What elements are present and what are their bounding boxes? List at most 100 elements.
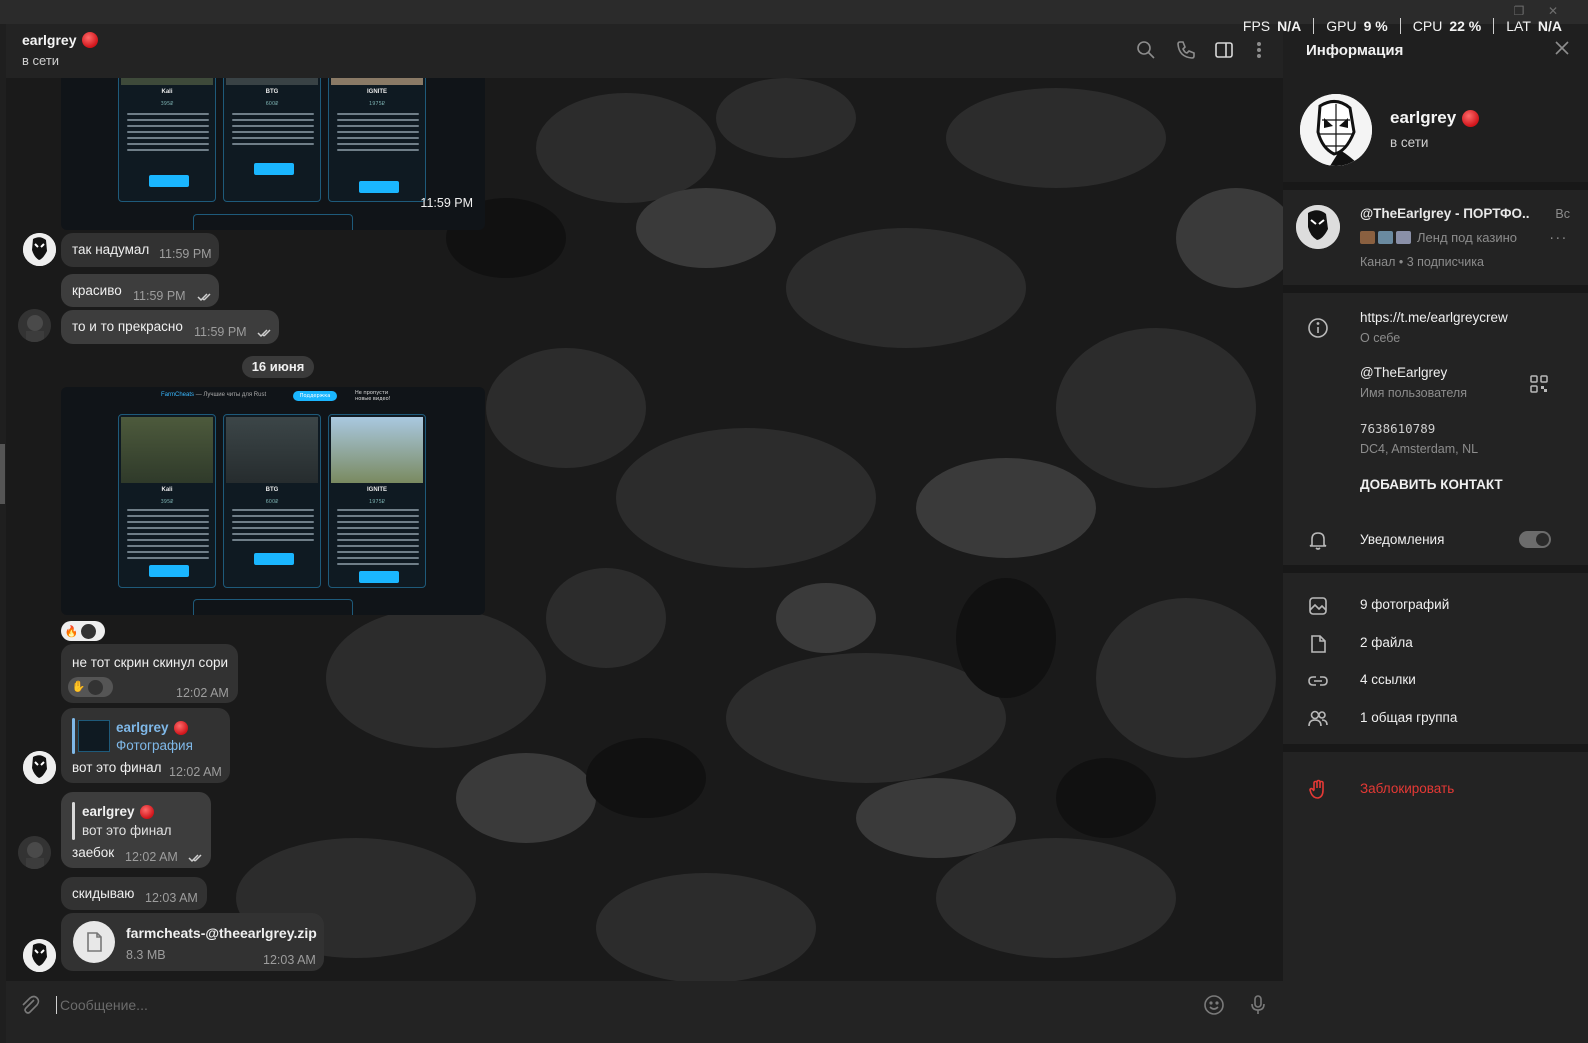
sidebar-toggle-icon[interactable] [1214, 40, 1234, 60]
hand-emoji-icon: ✋ [71, 680, 86, 693]
read-ticks-icon [188, 854, 202, 863]
phone-icon[interactable] [1176, 40, 1196, 60]
incoming-message[interactable]: так надумал 11:59 PM [61, 233, 219, 267]
photo-message[interactable]: Kali 395₽ BTG 600₽ IGNITE 1975₽ 11:59 PM [61, 78, 485, 230]
notifications-label: Уведомления [1360, 532, 1445, 547]
outgoing-message[interactable]: то и то прекрасно 11:59 PM [61, 310, 279, 344]
support-pill: Поддержка [293, 391, 337, 401]
status-emoji-icon [1462, 109, 1480, 127]
user-id[interactable]: 7638610789 [1360, 421, 1435, 436]
reply-bar [72, 802, 75, 840]
performance-overlay: FPS N/A GPU 9 % CPU 22 % LAT N/A [1231, 18, 1574, 34]
divider [1283, 565, 1588, 573]
bell-icon [1307, 529, 1329, 551]
photo-icon [1307, 595, 1329, 617]
reply-preview: Фотография [116, 738, 193, 753]
profile-status: в сети [1390, 135, 1429, 150]
block-button[interactable]: Заблокировать [1360, 781, 1454, 796]
file-icon [1307, 633, 1329, 655]
divider [1283, 744, 1588, 752]
reaction-chip[interactable]: ✋ [68, 677, 113, 697]
bio-label: О себе [1360, 331, 1401, 345]
product-card: IGNITE 1975₽ [328, 78, 426, 202]
avatar[interactable] [23, 939, 56, 972]
cpu-stat: CPU 22 % [1399, 18, 1493, 34]
outgoing-reply-message[interactable]: earlgrey вот это финал заебок 12:02 AM [61, 792, 211, 868]
peer-name[interactable]: earlgrey [22, 32, 99, 48]
reply-preview: вот это финал [82, 823, 172, 838]
divider [1283, 182, 1588, 190]
files-count[interactable]: 2 файла [1360, 635, 1413, 650]
channel-date: Вс [1555, 207, 1570, 221]
photos-count[interactable]: 9 фотографий [1360, 597, 1449, 612]
qr-code-icon[interactable] [1530, 375, 1548, 393]
incoming-reply-message[interactable]: earlgrey Фотография вот это финал 12:02 … [61, 708, 230, 783]
file-name[interactable]: farmcheats-@theearlgrey.zip [126, 925, 317, 941]
reply-author[interactable]: earlgrey [116, 720, 188, 735]
product-card: BTG 600₽ [223, 78, 321, 202]
microphone-icon[interactable] [1246, 993, 1270, 1017]
avatar[interactable] [23, 751, 56, 784]
product-card: IGNITE 1975₽ [328, 414, 426, 588]
datacenter: DC4, Amsterdam, NL [1360, 442, 1479, 456]
peer-status: в сети [22, 53, 60, 68]
profile-avatar[interactable] [1300, 94, 1372, 166]
shared-media-section: 9 фотографий 2 файла 4 ссылки 1 общая гр… [1283, 573, 1588, 744]
hand-stop-icon [1307, 778, 1329, 800]
emoji-icon[interactable] [1202, 993, 1226, 1017]
groups-count[interactable]: 1 общая группа [1360, 710, 1457, 725]
message-composer: Сообщение... [6, 981, 1283, 1043]
channel-preview-thumbs [1360, 231, 1411, 244]
search-icon[interactable] [1136, 40, 1156, 60]
username-value[interactable]: @TheEarlgrey [1360, 365, 1447, 380]
read-ticks-icon [197, 293, 211, 302]
scrollbar-thumb[interactable] [0, 444, 5, 504]
read-ticks-icon [257, 329, 271, 338]
links-count[interactable]: 4 ссылки [1360, 672, 1416, 687]
info-title: Информация [1306, 42, 1404, 59]
message-time: 11:59 PM [420, 196, 473, 210]
close-icon[interactable] [1554, 40, 1570, 56]
divider [1283, 285, 1588, 293]
outgoing-message[interactable]: красиво 11:59 PM [61, 274, 219, 307]
status-emoji-icon [139, 804, 154, 819]
more-vertical-icon[interactable] [1249, 40, 1269, 60]
promo-text: Не пропусти новые видео! [355, 390, 391, 402]
date-separator: 16 июня [242, 356, 314, 378]
personal-channel[interactable]: @TheEarlgrey - ПОРТФО... Вс Ленд под каз… [1283, 190, 1588, 285]
file-icon[interactable] [73, 921, 115, 963]
reaction-chip[interactable]: 🔥 [61, 621, 105, 641]
reply-author[interactable]: earlgrey [82, 804, 154, 819]
file-message[interactable]: farmcheats-@theearlgrey.zip 8.3 MB 12:03… [61, 913, 324, 971]
bio-link[interactable]: https://t.me/earlgreycrew [1360, 310, 1508, 325]
channel-title: @TheEarlgrey - ПОРТФО... [1360, 206, 1530, 221]
message-list[interactable]: Kali 395₽ BTG 600₽ IGNITE 1975₽ 11:59 PM… [6, 78, 1283, 981]
fps-stat: FPS N/A [1242, 18, 1302, 34]
lat-stat: LAT N/A [1493, 18, 1574, 34]
message-input[interactable]: Сообщение... [56, 996, 148, 1014]
fire-emoji-icon: 🔥 [64, 624, 79, 638]
incoming-message[interactable]: не тот скрин скинул сори ✋ 12:02 AM [61, 644, 238, 703]
reply-thumbnail [78, 720, 110, 752]
add-contact-button[interactable]: ДОБАВИТЬ КОНТАКТ [1360, 477, 1503, 492]
block-section: Заблокировать [1283, 752, 1588, 1043]
channel-meta: Канал • 3 подписчика [1360, 255, 1484, 269]
notifications-toggle[interactable] [1519, 531, 1551, 548]
status-emoji-icon [82, 32, 99, 48]
restore-icon[interactable]: ❐ [1512, 4, 1526, 18]
users-icon [1307, 708, 1329, 730]
close-window-icon[interactable]: ✕ [1546, 4, 1560, 18]
profile-name: earlgrey [1390, 108, 1480, 128]
reactor-avatar [88, 679, 103, 695]
avatar[interactable] [18, 309, 51, 342]
chat-header[interactable]: earlgrey в сети [6, 24, 1283, 78]
product-card: Kali 395₽ [118, 78, 216, 202]
avatar[interactable] [23, 233, 56, 266]
channel-avatar[interactable] [1296, 205, 1340, 249]
avatar[interactable] [18, 836, 51, 869]
gpu-stat: GPU 9 % [1313, 18, 1399, 34]
attach-icon[interactable] [18, 993, 42, 1017]
info-panel: Информация earlgrey в сети @TheEarlgrey … [1283, 24, 1588, 1043]
photo-message[interactable]: FarmCheats — Лучшие читы для Rust Поддер… [61, 387, 485, 615]
incoming-message[interactable]: скидываю 12:03 AM [61, 877, 207, 910]
